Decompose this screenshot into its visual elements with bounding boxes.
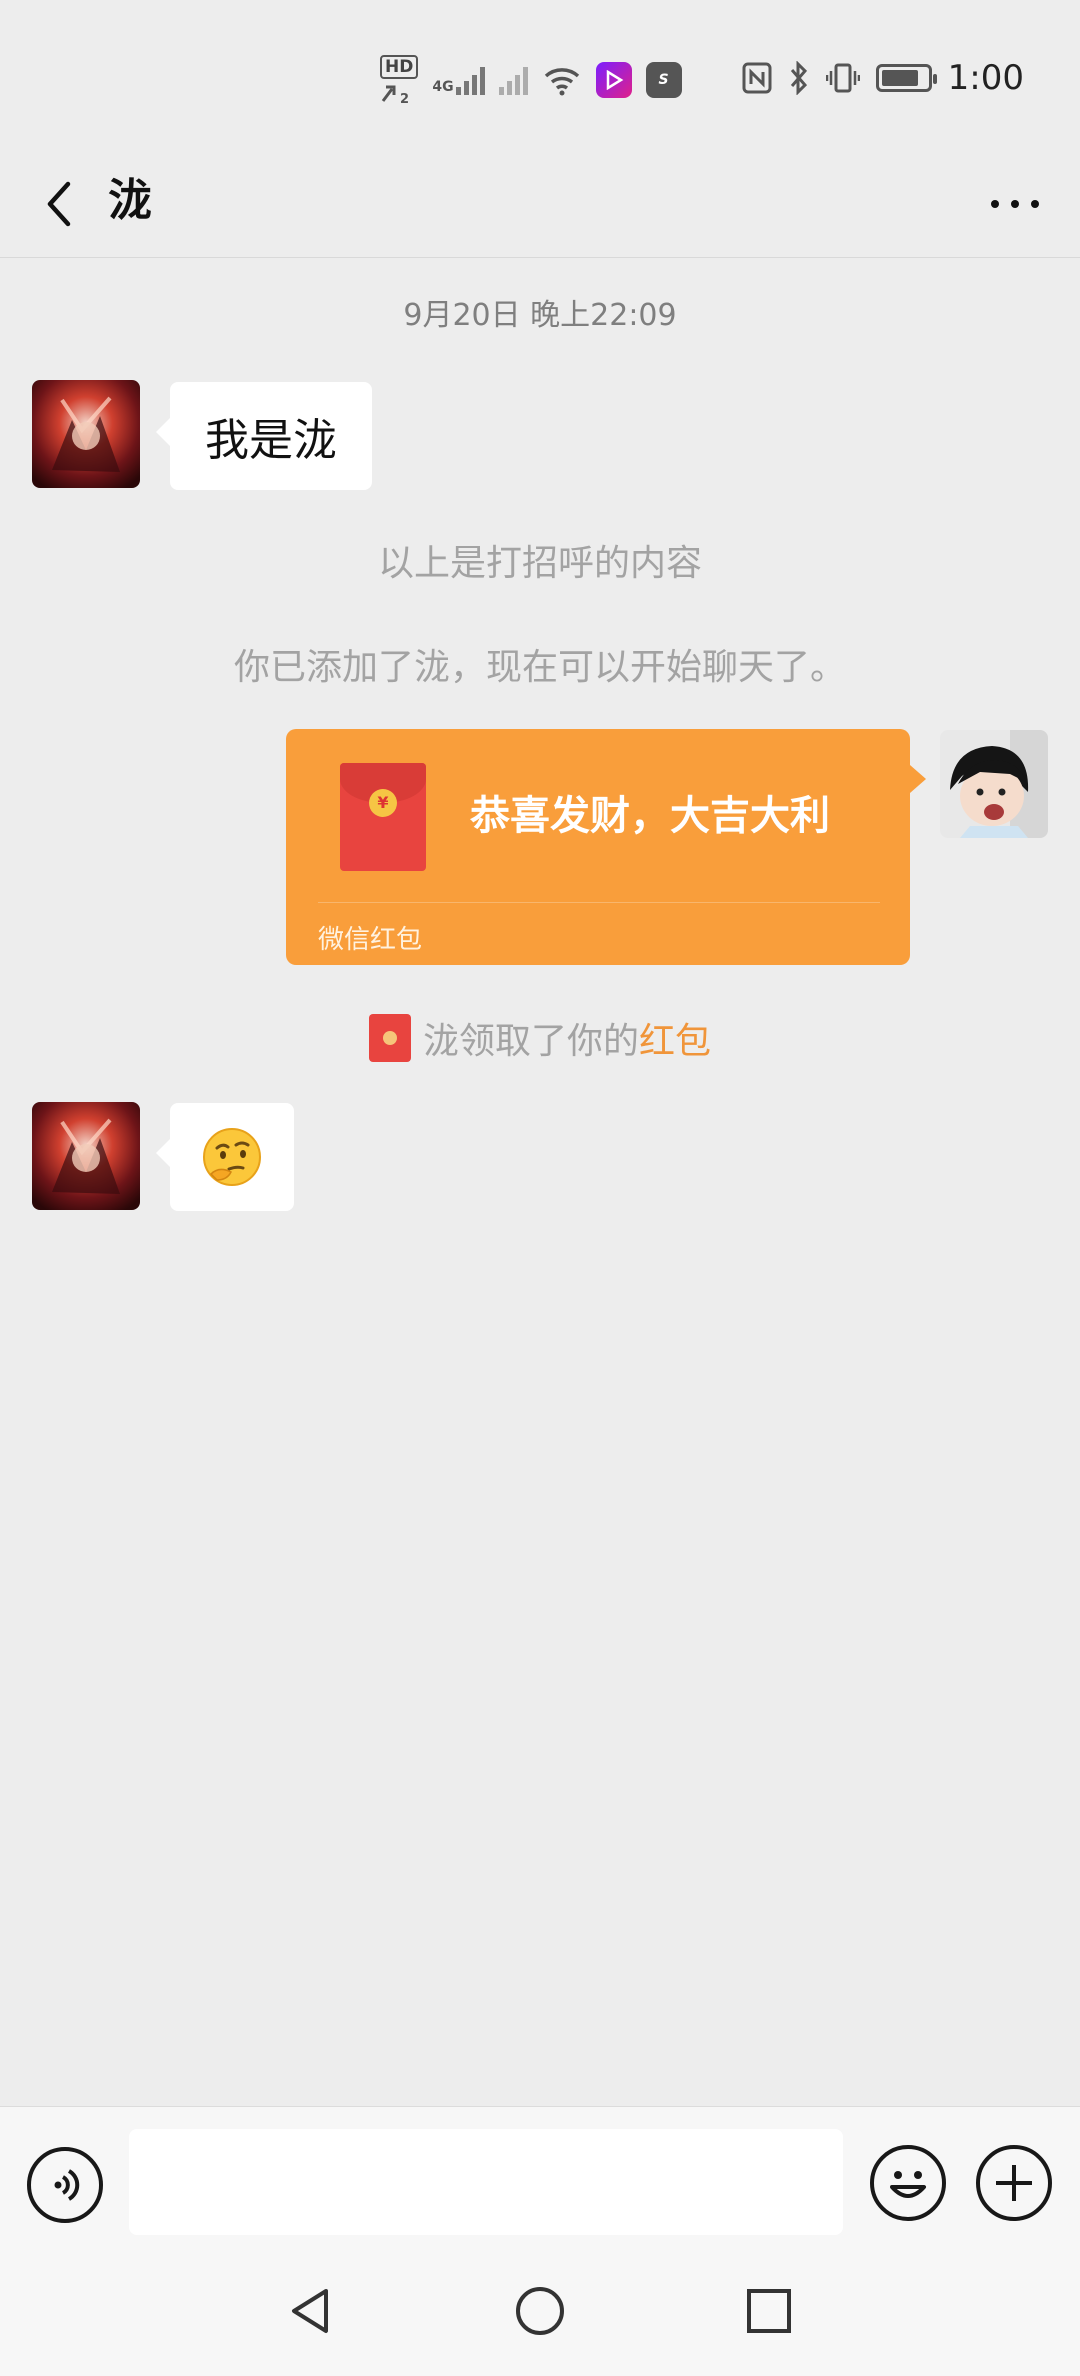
more-button[interactable] bbox=[980, 170, 1050, 238]
chat-title: 泷 bbox=[108, 175, 152, 226]
back-button[interactable] bbox=[28, 170, 96, 238]
voice-icon bbox=[54, 2169, 80, 2201]
signal-no-service-icon bbox=[498, 65, 528, 95]
claim-red-packet-link[interactable]: 红包 bbox=[639, 1021, 711, 1062]
red-packet-label: 微信红包 bbox=[318, 925, 423, 955]
video-app-icon bbox=[595, 62, 632, 98]
wifi-icon bbox=[544, 68, 579, 96]
message-input[interactable] bbox=[129, 2129, 843, 2235]
call-forward-icon: 2 bbox=[381, 85, 409, 105]
emoji-button[interactable] bbox=[870, 2145, 946, 2221]
incoming-message-bubble[interactable]: 我是泷 bbox=[156, 382, 372, 490]
signal-group-1: 4G bbox=[432, 65, 485, 95]
red-packet-message[interactable]: ¥ 恭喜发财，大吉大利 微信红包 bbox=[286, 729, 926, 965]
nav-recents-button[interactable] bbox=[724, 2266, 814, 2356]
nav-recents-icon bbox=[747, 2289, 791, 2333]
message-text: 我是泷 bbox=[205, 415, 337, 466]
nav-back-icon bbox=[292, 2289, 328, 2333]
yuan-coin-icon: ¥ bbox=[369, 789, 397, 817]
system-greeting-note: 以上是打招呼的内容 bbox=[377, 543, 702, 584]
status-icons-left: HD 2 4G S bbox=[380, 48, 682, 112]
network-type-label: 4G bbox=[432, 79, 454, 95]
more-functions-button[interactable] bbox=[976, 2145, 1052, 2221]
chevron-left-icon bbox=[47, 181, 71, 227]
nfc-icon bbox=[742, 62, 772, 94]
status-icons-right: 1:00 bbox=[742, 58, 1024, 98]
red-envelope-icon: ¥ bbox=[340, 763, 426, 871]
sina-app-icon: S bbox=[645, 62, 682, 98]
claim-text: 泷领取了你的 bbox=[422, 1021, 639, 1062]
red-packet-claim-notice: 泷领取了你的红包 bbox=[0, 1012, 1080, 1064]
contact-avatar[interactable] bbox=[32, 1102, 140, 1210]
svg-text:2: 2 bbox=[400, 92, 409, 105]
red-envelope-small-icon bbox=[368, 1014, 411, 1062]
red-packet-divider bbox=[318, 902, 880, 903]
vibrate-icon bbox=[825, 63, 860, 93]
red-packet-greeting: 恭喜发财，大吉大利 bbox=[470, 793, 830, 839]
signal-icon bbox=[455, 65, 485, 95]
nav-home-button[interactable] bbox=[495, 2266, 585, 2356]
chat-header: 泷 bbox=[0, 150, 1080, 258]
contact-avatar[interactable] bbox=[32, 380, 140, 488]
system-nav-bar bbox=[0, 2246, 1080, 2376]
nav-back-button[interactable] bbox=[265, 2266, 355, 2356]
system-added-note: 你已添加了泷，现在可以开始聊天了。 bbox=[233, 647, 846, 688]
voice-button[interactable] bbox=[27, 2147, 103, 2223]
emoji-icon bbox=[890, 2171, 926, 2198]
more-dots-icon bbox=[991, 200, 999, 208]
contact-avatar-image bbox=[32, 380, 140, 488]
message-timestamp: 9月20日 晚上22:09 bbox=[403, 298, 677, 333]
hd-icon: HD bbox=[380, 55, 419, 79]
bluetooth-icon bbox=[790, 61, 807, 95]
nav-home-icon bbox=[516, 2287, 564, 2335]
my-avatar[interactable] bbox=[940, 730, 1048, 838]
battery-icon bbox=[875, 64, 937, 92]
hd-call-group: HD 2 bbox=[380, 55, 419, 105]
thinking-face-emoji bbox=[203, 1128, 261, 1186]
contact-avatar-image bbox=[32, 1102, 140, 1210]
my-avatar-image bbox=[940, 730, 1048, 838]
status-bar: HD 2 4G S 1:00 bbox=[0, 0, 1080, 150]
status-time: 1:00 bbox=[947, 58, 1024, 98]
incoming-emoji-bubble[interactable]: 🤔 bbox=[156, 1103, 294, 1211]
chat-input-bar bbox=[0, 2106, 1080, 2246]
